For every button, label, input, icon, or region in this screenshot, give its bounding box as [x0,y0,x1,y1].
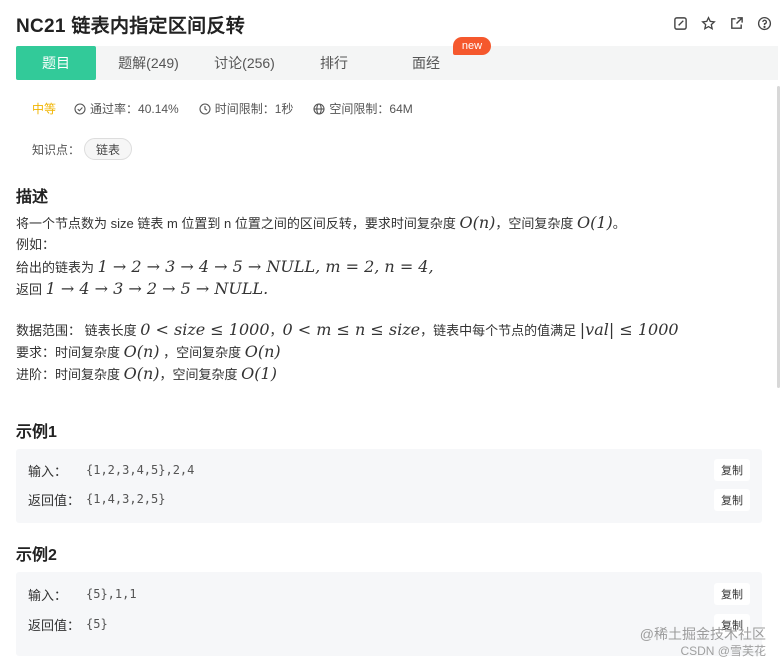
problem-meta: 中等 通过率：40.14% 时间限制：1秒 空间限制：64M [32,100,433,117]
space-limit: 空间限制：64M [313,100,413,117]
problem-header: NC21 链表内指定区间反转 [0,0,780,46]
knowledge-points: 知识点： 链表 [32,138,133,160]
tab-ranking[interactable]: 排行 [288,46,380,80]
example-2-title: 示例2 [16,547,57,564]
example-1-input: 输入： {1,2,3,4,5},2,4 [28,458,194,482]
globe-icon [313,102,325,115]
output-value[interactable]: {1,4,3,2,5} [86,492,165,506]
knowledge-tag[interactable]: 链表 [84,138,133,160]
copy-output-button[interactable]: 复制 [714,489,750,511]
given-list-line: 给出的链表为 1 → 2 → 3 → 4 → 5 → NULL, m = 2, … [16,257,434,276]
pass-rate: 通过率：40.14% [74,100,179,117]
new-badge: new [453,37,491,55]
time-limit: 时间限制：1秒 [199,100,293,117]
help-icon[interactable] [754,13,774,33]
output-label: 返回值： [28,492,81,508]
example-1-output: 返回值： {1,4,3,2,5} [28,487,165,511]
example-2-input: 输入： {5},1,1 [28,582,137,606]
example-2-output: 返回值： {5} [28,612,108,636]
advanced-line: 进阶：时间复杂度 O(n)，空间复杂度 O(1) [16,364,277,383]
example-1-title: 示例1 [16,424,57,441]
header-actions [670,13,774,33]
description-line-1: 将一个节点数为 size 链表 m 位置到 n 位置之间的区间反转，要求时间复杂… [16,213,626,232]
knowledge-label: 知识点： [32,142,81,157]
data-range-line: 数据范围： 链表长度 0 < size ≤ 1000，0 < m ≤ n ≤ s… [16,320,679,339]
output-value[interactable]: {5} [86,617,108,631]
watermark-juejin: @稀土掘金技术社区 [639,626,766,642]
input-value[interactable]: {5},1,1 [86,587,137,601]
example-1-box: 输入： {1,2,3,4,5},2,4 复制 返回值： {1,4,3,2,5} … [16,449,762,523]
description-title: 描述 [16,189,49,206]
difficulty-badge: 中等 [32,102,57,116]
tab-solutions[interactable]: 题解(249) [96,46,201,80]
problem-tabs: 题目 题解(249) 讨论(256) 排行 面经 [16,46,778,80]
clock-icon [199,102,211,115]
input-label: 输入： [28,587,68,603]
tab-problem[interactable]: 题目 [16,46,96,80]
problem-title: NC21 链表内指定区间反转 [16,16,246,37]
output-label: 返回值： [28,617,81,633]
check-circle-icon [74,102,86,115]
requirement-line: 要求：时间复杂度 O(n) ，空间复杂度 O(n) [16,342,281,361]
return-list-line: 返回 1 → 4 → 3 → 2 → 5 → NULL. [16,279,269,298]
edit-icon[interactable] [670,13,690,33]
tab-discussion[interactable]: 讨论(256) [201,46,288,80]
share-icon[interactable] [726,13,746,33]
copy-input-button[interactable]: 复制 [714,583,750,605]
watermark-csdn: CSDN @雪芙花 [680,644,766,658]
example-intro: 例如： [16,237,56,252]
input-label: 输入： [28,463,68,479]
star-icon[interactable] [698,13,718,33]
input-value[interactable]: {1,2,3,4,5},2,4 [86,463,194,477]
copy-input-button[interactable]: 复制 [714,459,750,481]
